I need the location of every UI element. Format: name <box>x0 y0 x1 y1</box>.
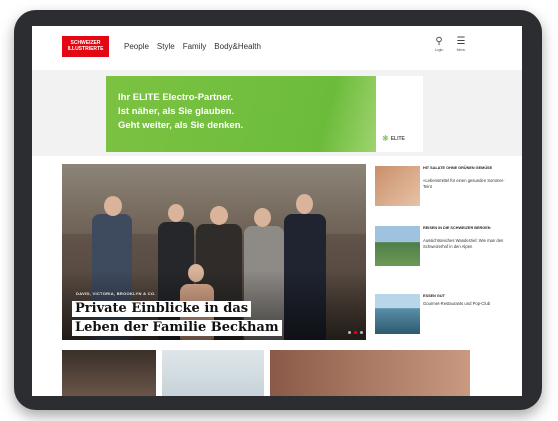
elite-logo-icon: ❋ <box>382 134 389 143</box>
ad-line-3: Geht weiter, als Sie denken. <box>118 120 244 131</box>
nav-item-people[interactable]: People <box>124 42 149 51</box>
login-button[interactable]: ⚲ Login <box>430 36 448 53</box>
side-kicker-1: HIT SALATE OHNE GRÜNEN GEMÜSE <box>423 166 493 170</box>
side-thumb-2 <box>375 226 420 266</box>
hero-kicker: DAVID, VICTORIA, BROOKLYN & CO. <box>76 291 156 296</box>
carousel-dot[interactable] <box>348 331 351 334</box>
menu-label: Menu <box>456 48 466 52</box>
ad-line-1: Ihr ELITE Electro-Partner. <box>118 92 234 103</box>
hero-person-head <box>104 196 122 216</box>
hero-headline-line2[interactable]: Leben der Familie Beckham <box>72 320 282 336</box>
side-kicker-2: REISEN IN DIE SCHWEIZER BERGEN <box>423 226 491 230</box>
carousel-dot-active[interactable] <box>354 331 357 334</box>
menu-button[interactable]: ☰ Menu <box>452 36 470 53</box>
bottom-teaser-3[interactable] <box>270 350 470 396</box>
hero-person-head <box>296 194 313 214</box>
side-text-2: Aussichtsreiches Wanderziel: Wie man den… <box>423 238 504 249</box>
nav-item-family[interactable]: Family <box>183 42 207 51</box>
side-text-3: Gourmet-Restaurants und Pop-Club <box>423 301 491 306</box>
hero-headline-line1[interactable]: Private Einblicke in das <box>72 301 252 317</box>
hero-person-head <box>168 204 184 222</box>
nav-item-bodyhealth[interactable]: Body&Health <box>214 42 261 51</box>
side-thumb-3 <box>375 294 420 334</box>
hamburger-icon: ☰ <box>456 36 466 47</box>
side-article-3[interactable]: ESSEN GUT Gourmet-Restaurants und Pop-Cl… <box>375 294 515 340</box>
carousel-dot[interactable] <box>360 331 363 334</box>
ad-brand-name: ELITE <box>390 135 405 142</box>
browser-screen: SCHWEIZER ILLUSTRIERTE People Style Fami… <box>32 26 522 396</box>
hero-person-head <box>254 208 271 227</box>
user-icon: ⚲ <box>435 36 443 47</box>
side-article-2[interactable]: REISEN IN DIE SCHWEIZER BERGEN Aussichts… <box>375 226 515 274</box>
ad-line-2: Ist näher, als Sie glauben. <box>118 106 235 117</box>
site-logo[interactable]: SCHWEIZER ILLUSTRIERTE <box>62 36 109 57</box>
nav-item-style[interactable]: Style <box>157 42 175 51</box>
carousel-dots <box>348 331 363 334</box>
hero-person-head <box>210 206 228 225</box>
side-kicker-3: ESSEN GUT <box>423 294 445 298</box>
main-nav: People Style Family Body&Health <box>124 42 261 51</box>
side-text-1: «Lebensmittel für einen gesunden Sommer-… <box>423 178 505 189</box>
bottom-teaser-2[interactable] <box>162 350 264 396</box>
ad-panel: Ihr ELITE Electro-Partner. Ist näher, al… <box>106 76 376 152</box>
hero-article[interactable]: DAVID, VICTORIA, BROOKLYN & CO. Private … <box>62 164 366 340</box>
site-header: SCHWEIZER ILLUSTRIERTE People Style Fami… <box>32 26 522 70</box>
bottom-teaser-1[interactable] <box>62 350 156 396</box>
login-label: Login <box>434 48 444 52</box>
side-article-1[interactable]: HIT SALATE OHNE GRÜNEN GEMÜSE «Lebensmit… <box>375 166 515 210</box>
ad-banner[interactable]: Ihr ELITE Electro-Partner. Ist näher, al… <box>106 76 423 152</box>
side-thumb-1 <box>375 166 420 206</box>
ad-brand-logo: ❋ ELITE <box>382 134 405 143</box>
